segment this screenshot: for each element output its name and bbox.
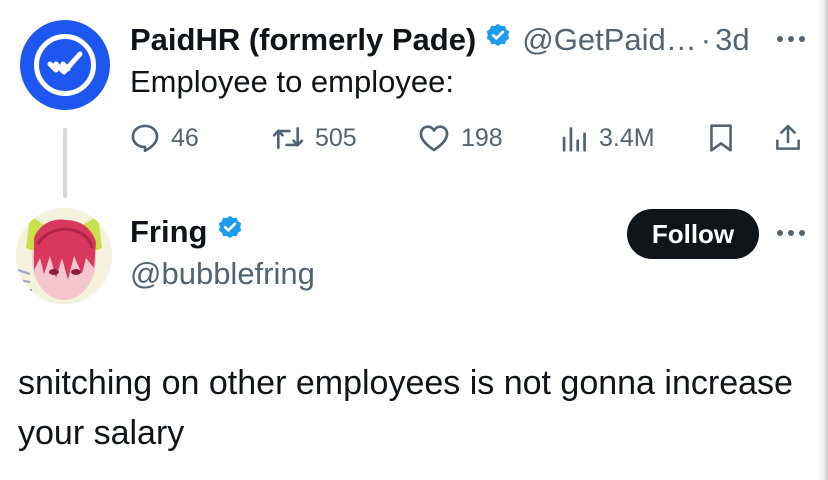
post2-text: snitching on other employees is not gonn…: [18, 364, 793, 452]
heart-icon: [419, 125, 449, 152]
verified-badge-icon: [484, 22, 512, 58]
reply-bubble-icon: [131, 124, 159, 153]
post1-timestamp[interactable]: 3d: [715, 22, 749, 58]
bookmark-button[interactable]: [706, 118, 736, 158]
share-upload-icon: [776, 124, 800, 150]
post2-handle[interactable]: @bubblefring: [130, 256, 315, 292]
screenshot-edge-shadow: [816, 0, 828, 480]
bookmark-icon: [710, 124, 732, 152]
post1-handle[interactable]: @GetPaid…: [522, 22, 696, 58]
like-button[interactable]: 198: [416, 118, 503, 158]
post2-author-name[interactable]: Fring: [130, 214, 208, 250]
views-count: 3.4M: [599, 123, 655, 152]
anime-character-avatar-image: [16, 208, 112, 304]
checkmark-logo-icon: [47, 51, 83, 75]
bar-chart-icon: [562, 127, 586, 152]
post1-separator: ·: [700, 22, 712, 57]
post1-action-bar: 46 505 198 3.4M: [128, 118, 818, 158]
post1-header: PaidHR (formerly Pade) @GetPaid… · 3d: [130, 20, 750, 60]
like-count: 198: [461, 123, 503, 152]
verified-badge-icon: [216, 214, 244, 250]
repost-count: 505: [315, 123, 357, 152]
post1-author-name[interactable]: PaidHR (formerly Pade): [130, 22, 476, 58]
views-button[interactable]: 3.4M: [560, 118, 655, 158]
post1-text: Employee to employee:: [130, 64, 454, 99]
more-dots-icon[interactable]: [775, 34, 809, 44]
reply-count: 46: [171, 123, 199, 152]
more-dots-icon[interactable]: [775, 228, 809, 238]
repost-button[interactable]: 505: [270, 118, 357, 158]
share-button[interactable]: [772, 118, 804, 158]
reply-button[interactable]: 46: [128, 118, 199, 158]
follow-button[interactable]: Follow: [627, 209, 759, 259]
thread-connector-line: [63, 128, 67, 198]
post2-author: Fring: [130, 212, 244, 252]
paidhr-avatar[interactable]: [20, 20, 110, 110]
fring-avatar[interactable]: [16, 208, 112, 304]
repost-arrows-icon: [272, 126, 304, 150]
